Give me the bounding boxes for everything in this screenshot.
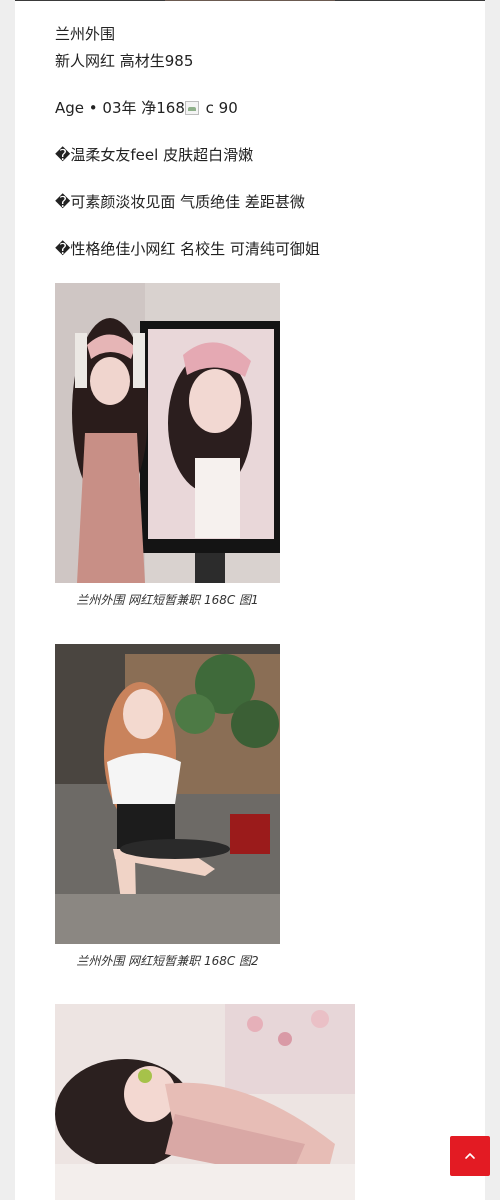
photo-3-art [55,1004,355,1200]
photo-1-caption: 兰州外围 网红短暂兼职 168C 图1 [76,593,259,607]
bullet-glyph: � [55,146,71,164]
photo-2[interactable] [55,644,280,944]
trait-line-2: �可素颜淡妆见面 气质绝佳 差距甚微 [55,192,305,212]
trait-text-2: 可素颜淡妆见面 气质绝佳 差距甚微 [70,193,305,211]
photo-2-caption: 兰州外围 网红短暂兼职 168C 图2 [76,954,259,968]
stats-suffix: c 90 [200,99,238,117]
bullet-glyph: � [55,240,71,258]
chevron-up-icon [465,1153,475,1159]
photo-1-art [55,283,280,583]
photo-2-art [55,644,280,944]
scroll-to-top-button[interactable] [450,1136,490,1176]
photo-3[interactable] [55,1004,355,1200]
stats-line: Age • 03年 净168 c 90 [55,98,238,118]
trait-text-3: 性格绝佳小网红 名校生 可清纯可御姐 [70,240,320,258]
post-card: 兰州外围 新人网红 高材生985 Age • 03年 净168 c 90 �温柔… [15,0,485,1200]
trait-line-3: �性格绝佳小网红 名校生 可清纯可御姐 [55,239,320,259]
location-text: 兰州外围 [55,25,116,43]
trait-text-1: 温柔女友feel 皮肤超白滑嫩 [70,146,254,164]
broken-image-icon [184,101,199,115]
headline-text: 新人网红 高材生985 [55,52,194,70]
stats-prefix: Age • 03年 净168 [55,99,185,117]
bullet-glyph: � [55,193,71,211]
trait-line-1: �温柔女友feel 皮肤超白滑嫩 [55,145,253,165]
photo-1[interactable] [55,283,280,583]
top-divider-accent [165,0,335,1]
